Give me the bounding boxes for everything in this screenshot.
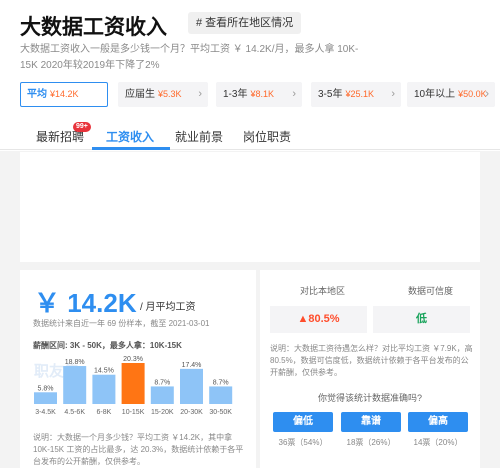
tab-responsibilities[interactable]: 岗位职责 [243,128,291,145]
chart-bar [121,363,145,404]
salary-explanation: 说明：大数据一个月多少钱？平均工资 ￥14.2K，其中拿 10K-15K 工资的… [33,433,244,466]
chart-bar [63,366,87,404]
compare-local-label: 对比本地区 [300,286,346,296]
arrow-up-icon: ▲ [297,313,309,325]
credibility-label: 数据可信度 [408,286,454,296]
chart-value-label: 17.4% [182,362,202,369]
chevron-right-icon: › [198,88,202,100]
chart-bar [180,368,203,404]
compare-local-value: ▲80.5% [270,306,367,333]
vote-too-high-count: 14票（20%） [413,438,463,447]
comparison-explanation: 说明：大数据工资待遇怎么样？对比平均工资 ￥7.9K，高 80.5%，数据可信度… [270,344,473,377]
tab-salary[interactable]: 工资收入 [106,128,154,145]
level-card-graduate[interactable]: 应届生 ¥5.3K › [118,82,208,107]
level-card-10-plus-years[interactable]: 10年以上 ¥50.0K › [407,82,495,107]
accuracy-question: 你觉得该统计数据准确吗? [317,393,422,403]
level-card-value: ¥25.1K [345,89,374,99]
salary-distribution-chart: 5.8% 3-4.5K 18.8% 4.5-6K 14.5% 6-8K 20.3% 10-15… [34,356,233,416]
chart-category-label: 3-4.5K [35,409,56,416]
comparison-panel: 对比本地区 数据可信度 ▲80.5% 低 说明：大数据工资待遇怎么样？对比平均工… [260,270,480,468]
chart-category-label: 30-50K [209,409,232,416]
chart-category-label: 15-20K [151,409,174,416]
level-card-value: ¥5.3K [158,89,182,99]
average-salary: ￥ 14.2K [34,288,137,318]
level-card-label: 1-3年 [223,89,248,100]
page-subtitle: 大数据工资收入一般是多少钱一个月？平均工资 ￥ 14.2K/月，最多人拿 10K… [20,44,359,71]
credibility-value: 低 [373,306,470,333]
chart-bar [209,386,233,404]
chart-value-label: 8.7% [154,379,170,386]
level-card-1-3-years[interactable]: 1-3年 ¥8.1K › [216,82,302,107]
vote-accurate-count: 18票（26%） [346,438,396,447]
page-title: 大数据工资收入 [20,16,167,39]
vote-too-high-button[interactable]: 偏高 [408,412,468,432]
chart-bar [150,386,174,404]
active-tab-indicator [92,147,170,150]
chart-category-label: 6-8K [97,409,112,416]
chart-bar [92,374,116,404]
average-salary-unit: / 月平均工资 [140,302,196,313]
level-card-label: 平均 [27,89,47,100]
chart-category-label: 20-30K [180,409,203,416]
chart-category-label: 10-15K [122,409,145,416]
compare-local-percent: 80.5% [308,313,340,325]
chart-value-label: 5.8% [38,385,54,392]
level-card-label: 10年以上 [414,89,456,100]
vote-too-low-button[interactable]: 偏低 [273,412,333,432]
chart-value-label: 18.8% [65,359,85,366]
vote-accurate-button[interactable]: 靠谱 [341,412,401,432]
sample-note: 数据统计来自近一年 69 份样本，截至 2021-03-01 [33,319,210,328]
level-card-average[interactable]: 平均 ¥14.2K [20,82,108,107]
chart-category-label: 4.5-6K [64,409,85,416]
tab-bar: 最新招聘 99+ 工资收入 就业前景 岗位职责 [0,120,500,150]
new-jobs-badge: 99+ [73,122,91,132]
level-card-label: 3-5年 [318,89,343,100]
chevron-right-icon: › [292,88,296,100]
level-card-value: ¥8.1K [250,89,274,99]
blank-banner-area [20,152,480,262]
view-region-tag[interactable]: # 查看所在地区情况 [188,12,302,34]
chevron-right-icon: › [485,88,489,100]
chart-value-label: 14.5% [94,368,114,375]
chart-value-label: 20.3% [123,356,143,363]
vote-too-low-count: 36票（54%） [278,438,328,447]
level-card-3-5-years[interactable]: 3-5年 ¥25.1K › [311,82,401,107]
chart-value-label: 8.7% [213,379,229,386]
chart-bar [34,392,57,404]
level-card-value: ¥50.0K [458,89,487,99]
level-card-label: 应届生 [125,89,155,100]
chevron-right-icon: › [391,88,395,100]
salary-panel: ￥ 14.2K / 月平均工资 数据统计来自近一年 69 份样本，截至 2021… [20,270,256,468]
tab-prospects[interactable]: 就业前景 [175,128,223,145]
level-card-value: ¥14.2K [50,89,79,99]
